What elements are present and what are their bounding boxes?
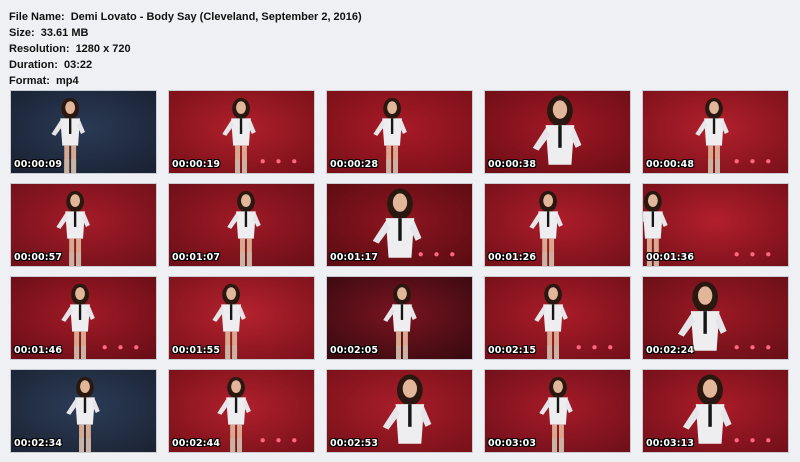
video-thumbnail[interactable]: 00:00:28 bbox=[326, 90, 473, 174]
thumbnail-timestamp: 00:02:15 bbox=[488, 345, 537, 356]
duration-row: Duration: 03:22 bbox=[9, 57, 362, 73]
file-name-value: Demi Lovato - Body Say (Cleveland, Septe… bbox=[70, 11, 362, 23]
stage-light bbox=[292, 438, 297, 443]
file-name-row: File Name: Demi Lovato - Body Say (Cleve… bbox=[9, 9, 362, 25]
thumbnail-timestamp: 00:02:44 bbox=[172, 438, 221, 449]
video-thumbnail[interactable]: 00:02:44 bbox=[168, 369, 315, 453]
size-label: Size: bbox=[9, 27, 35, 39]
thumbnail-timestamp: 00:02:24 bbox=[646, 345, 695, 356]
stage-light bbox=[592, 345, 597, 350]
video-thumbnail[interactable]: 00:02:53 bbox=[326, 369, 473, 453]
thumbnail-timestamp: 00:00:19 bbox=[172, 159, 221, 170]
stage-light bbox=[750, 159, 755, 164]
video-thumbnail[interactable]: 00:00:19 bbox=[168, 90, 315, 174]
thumbnail-timestamp: 00:03:13 bbox=[646, 438, 695, 449]
file-info-panel: File Name: Demi Lovato - Body Say (Cleve… bbox=[9, 9, 362, 89]
video-thumbnail[interactable]: 00:02:34 bbox=[10, 369, 157, 453]
video-thumbnail[interactable]: 00:02:15 bbox=[484, 276, 631, 360]
thumbnail-timestamp: 00:00:09 bbox=[14, 159, 63, 170]
thumbnail-timestamp: 00:00:28 bbox=[330, 159, 379, 170]
stage-light bbox=[766, 438, 771, 443]
stage-light bbox=[292, 159, 297, 164]
thumbnail-timestamp: 00:03:03 bbox=[488, 438, 537, 449]
size-value: 33.61 MB bbox=[40, 27, 89, 39]
file-name-label: File Name: bbox=[9, 11, 65, 23]
stage-light bbox=[734, 438, 739, 443]
thumbnail-timestamp: 00:01:17 bbox=[330, 252, 379, 263]
video-thumbnail[interactable]: 00:02:24 bbox=[642, 276, 789, 360]
video-thumbnail[interactable]: 00:00:57 bbox=[10, 183, 157, 267]
thumbnail-timestamp: 00:00:38 bbox=[488, 159, 537, 170]
stage-light bbox=[734, 159, 739, 164]
stage-light bbox=[276, 438, 281, 443]
video-thumbnail[interactable]: 00:03:13 bbox=[642, 369, 789, 453]
resolution-row: Resolution: 1280 x 720 bbox=[9, 41, 362, 57]
stage-light bbox=[450, 252, 455, 257]
stage-light bbox=[260, 438, 265, 443]
stage-light bbox=[102, 345, 107, 350]
thumbnail-timestamp: 00:01:36 bbox=[646, 252, 695, 263]
resolution-value: 1280 x 720 bbox=[75, 43, 131, 55]
video-thumbnail[interactable]: 00:01:17 bbox=[326, 183, 473, 267]
video-thumbnail[interactable]: 00:03:03 bbox=[484, 369, 631, 453]
stage-light bbox=[576, 345, 581, 350]
thumbnail-timestamp: 00:00:48 bbox=[646, 159, 695, 170]
size-row: Size: 33.61 MB bbox=[9, 25, 362, 41]
stage-light bbox=[434, 252, 439, 257]
video-thumbnail[interactable]: 00:01:26 bbox=[484, 183, 631, 267]
thumbnail-timestamp: 00:01:26 bbox=[488, 252, 537, 263]
video-thumbnail[interactable]: 00:01:36 bbox=[642, 183, 789, 267]
video-thumbnail[interactable]: 00:00:09 bbox=[10, 90, 157, 174]
thumbnail-timestamp: 00:02:05 bbox=[330, 345, 379, 356]
format-row: Format: mp4 bbox=[9, 73, 362, 89]
video-thumbnail[interactable]: 00:01:46 bbox=[10, 276, 157, 360]
resolution-label: Resolution: bbox=[9, 43, 70, 55]
duration-label: Duration: bbox=[9, 59, 58, 71]
stage-light bbox=[260, 159, 265, 164]
stage-light bbox=[134, 345, 139, 350]
stage-light bbox=[118, 345, 123, 350]
stage-light bbox=[750, 252, 755, 257]
stage-light bbox=[734, 252, 739, 257]
thumbnail-timestamp: 00:02:53 bbox=[330, 438, 379, 449]
stage-light bbox=[766, 252, 771, 257]
duration-value: 03:22 bbox=[63, 59, 93, 71]
stage-light bbox=[734, 345, 739, 350]
video-thumbnail[interactable]: 00:01:07 bbox=[168, 183, 315, 267]
stage-light bbox=[766, 159, 771, 164]
thumbnail-timestamp: 00:01:07 bbox=[172, 252, 221, 263]
thumbnail-timestamp: 00:00:57 bbox=[14, 252, 63, 263]
stage-light bbox=[750, 345, 755, 350]
stage-light bbox=[750, 438, 755, 443]
stage-light bbox=[766, 345, 771, 350]
format-value: mp4 bbox=[56, 75, 79, 87]
stage-light bbox=[276, 159, 281, 164]
format-label: Format: bbox=[9, 75, 50, 87]
video-thumbnail[interactable]: 00:02:05 bbox=[326, 276, 473, 360]
video-thumbnail[interactable]: 00:00:48 bbox=[642, 90, 789, 174]
video-thumbnail[interactable]: 00:00:38 bbox=[484, 90, 631, 174]
stage-light bbox=[418, 252, 423, 257]
thumbnail-timestamp: 00:02:34 bbox=[14, 438, 63, 449]
thumbnail-timestamp: 00:01:46 bbox=[14, 345, 63, 356]
video-thumbnail[interactable]: 00:01:55 bbox=[168, 276, 315, 360]
thumbnail-timestamp: 00:01:55 bbox=[172, 345, 221, 356]
stage-light bbox=[608, 345, 613, 350]
